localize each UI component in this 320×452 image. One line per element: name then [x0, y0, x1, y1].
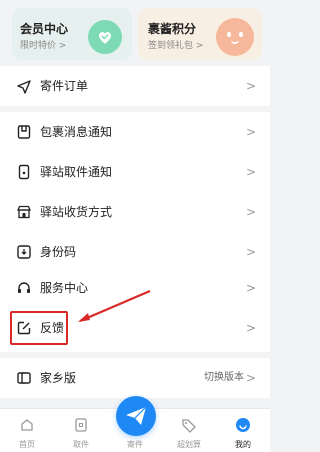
- send-paperplane-icon: [125, 406, 147, 426]
- switch-version-label: 切换版本: [204, 372, 244, 383]
- profile-icon: [235, 417, 251, 433]
- menu-item-label: 家乡版: [40, 371, 77, 385]
- menu-group-version: 家乡版 切换版本 >: [0, 358, 270, 398]
- tab-home[interactable]: 首页: [0, 409, 54, 452]
- tab-label: 超划算: [177, 440, 201, 449]
- tab-label: 取件: [73, 440, 89, 449]
- home-icon: [19, 417, 35, 433]
- tab-label: 我的: [235, 440, 251, 449]
- tab-profile[interactable]: 我的: [216, 409, 270, 452]
- pickup-icon: [73, 417, 89, 433]
- tag-icon: [181, 417, 197, 433]
- tab-deals[interactable]: 超划算: [162, 409, 216, 452]
- tab-label: 首页: [19, 440, 35, 449]
- hometown-icon: [16, 370, 32, 386]
- send-fab-button[interactable]: [116, 396, 156, 436]
- menu-item-hometown-version[interactable]: 家乡版 切换版本 >: [0, 358, 270, 398]
- tab-label: 寄件: [127, 440, 143, 449]
- tab-pickup[interactable]: 取件: [54, 409, 108, 452]
- chevron-right-icon: >: [245, 371, 256, 385]
